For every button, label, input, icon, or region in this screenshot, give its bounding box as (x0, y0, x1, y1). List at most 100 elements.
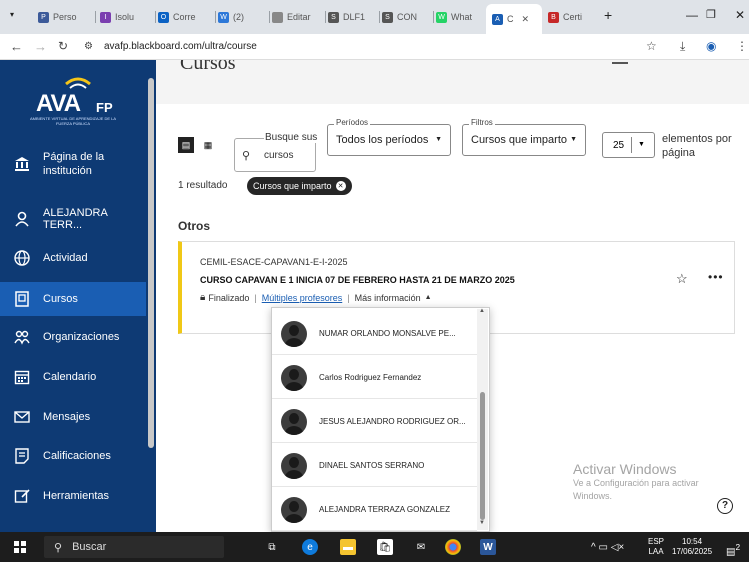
browser-tab[interactable]: B Certi (548, 6, 596, 28)
course-id[interactable]: CEMIL-ESACE-CAPAVAN1-E-I-2025 (200, 257, 348, 267)
sidebar-item-tools[interactable]: Herramientas (0, 481, 146, 511)
close-window-icon[interactable]: ✕ (735, 8, 745, 22)
sidebar-item-mail[interactable]: Mensajes (0, 402, 146, 432)
sidebar-item-calendar[interactable]: Calendario (0, 362, 146, 392)
avatar (281, 320, 307, 347)
tab-label: Corre (173, 12, 196, 22)
new-tab-button[interactable]: + (604, 7, 612, 23)
sidebar-item-user[interactable]: ALEJANDRA TERR... (0, 204, 146, 234)
filters-select[interactable]: Filtros Cursos que imparto ▼ (462, 118, 586, 156)
watermark-subtitle: Ve a Configuración para activar Windows. (573, 478, 699, 501)
favorite-star-icon[interactable]: ☆ (676, 271, 688, 287)
sidebar-item-label: Mensajes (43, 411, 91, 423)
instructor-item[interactable]: JESUS ALEJANDRO RODRIGUEZ OR... (272, 401, 477, 443)
tab-label: C (507, 14, 514, 24)
browser-tab[interactable]: S CON (382, 6, 430, 28)
word-icon[interactable]: W (480, 539, 496, 555)
sidebar-item-grades[interactable]: Calificaciones (0, 441, 146, 471)
taskbar-search[interactable]: ⚲ Buscar (44, 536, 224, 558)
browser-tab[interactable]: A C ✕ (486, 4, 542, 34)
help-icon[interactable]: ? (717, 498, 733, 514)
periods-select[interactable]: Períodos Todos los períodos ▼ (327, 118, 451, 156)
course-title[interactable]: CURSO CAPAVAN E 1 INICIA 07 DE FEBRERO H… (200, 275, 515, 285)
mail-app-icon[interactable]: ✉ (413, 539, 429, 555)
store-icon[interactable]: 🛍︎ (377, 539, 393, 555)
browser-tab[interactable]: P Perso (38, 6, 92, 28)
periods-value: Todos los períodos (336, 134, 429, 146)
minimize-icon[interactable]: — (686, 8, 698, 22)
sidebar-item-label: Calificaciones (43, 450, 111, 462)
tab-label: DLF1 (343, 12, 366, 22)
list-view-icon[interactable]: ▤ (178, 137, 194, 153)
tab-list-icon[interactable]: ▾ (10, 10, 14, 19)
url-field[interactable]: avafp.blackboard.com/ultra/course (104, 41, 257, 52)
sidebar-scrollbar-thumb[interactable] (148, 78, 154, 448)
per-page-label: elementos por página (662, 133, 732, 159)
search-icon: ⚲ (54, 541, 63, 554)
reload-icon[interactable]: ↻ (58, 39, 68, 53)
section-title: Otros (178, 219, 211, 233)
browser-menu-icon[interactable]: ⋮ (736, 39, 748, 53)
page-title-icon (612, 62, 628, 66)
instructor-item[interactable]: DINAEL SANTOS SERRANO (272, 445, 477, 487)
browser-tab[interactable]: S DLF1 (328, 6, 376, 28)
page-size-select[interactable]: 25 ▼ (602, 132, 655, 158)
close-tab-icon[interactable]: ✕ (522, 14, 530, 25)
instructors-link[interactable]: Múltiples profesores (262, 293, 343, 303)
sidebar-item-label: Calendario (43, 371, 97, 383)
sidebar-item-globe[interactable]: Actividad (0, 243, 146, 273)
instructor-name: NUMAR ORLANDO MONSALVE PE... (319, 329, 456, 338)
scroll-down-icon[interactable]: ▼ (479, 520, 485, 526)
chevron-down-icon: ▼ (570, 136, 577, 143)
instructor-item[interactable]: Carlos Rodriguez Fernandez (272, 357, 477, 399)
browser-tab-bar: ▾ P Perso I Isolu O Corre W (2) Editar S DLF1 S CON W… (0, 0, 749, 34)
site-info-icon[interactable]: ⚙ (84, 41, 93, 52)
browser-tab[interactable]: O Corre (158, 6, 212, 28)
avatar (281, 364, 307, 391)
mail-icon (13, 408, 31, 426)
meta-separator: | (254, 292, 257, 303)
task-view-icon[interactable]: ⧉ (264, 539, 280, 555)
bookmark-star-icon[interactable]: ☆ (646, 39, 657, 53)
filters-value: Cursos que imparto (471, 134, 567, 146)
logo-suffix: FP (96, 100, 113, 115)
sidebar-item-institution[interactable]: Página de la institución (0, 144, 146, 184)
tab-separator (379, 11, 380, 23)
download-icon[interactable]: ⤓ (680, 39, 685, 54)
language-indicator[interactable]: ESP LAA (648, 537, 664, 557)
sidebar-item-organizations[interactable]: Organizaciones (0, 322, 146, 352)
instructor-item[interactable]: ALEJANDRA TERRAZA GONZALEZ (272, 489, 477, 531)
remove-filter-icon[interactable]: ✕ (335, 181, 346, 191)
browser-tab[interactable]: I Isolu (100, 6, 152, 28)
browser-tab[interactable]: W (2) (218, 6, 266, 28)
dropdown-scrollbar-thumb[interactable] (480, 392, 485, 520)
more-info-link[interactable]: Más información (355, 293, 421, 303)
chrome-icon[interactable] (445, 539, 461, 555)
filter-chip[interactable]: Cursos que imparto ✕ (247, 177, 352, 195)
file-explorer-icon[interactable]: ▬ (340, 539, 356, 555)
sidebar-item-label: ALEJANDRA TERR... (43, 207, 108, 231)
browser-tab[interactable]: W What (436, 6, 482, 28)
edge-icon[interactable]: e (302, 539, 318, 555)
browser-tab[interactable]: Editar (272, 6, 322, 28)
windows-start-icon[interactable] (14, 541, 26, 553)
chevron-down-icon: ▼ (435, 136, 442, 143)
tab-separator (95, 11, 96, 23)
search-input[interactable]: ⚲ cursos (234, 138, 316, 172)
back-icon[interactable]: ← (10, 39, 23, 54)
notifications-icon[interactable]: ▤2 (726, 542, 740, 557)
grid-view-icon[interactable]: ▦ (200, 137, 216, 153)
activation-watermark: Activar Windows Ve a Configuración para … (573, 461, 733, 503)
tray-icons[interactable]: ^ ▭ ◁× (591, 543, 624, 553)
restore-icon[interactable]: ❐ (706, 8, 716, 21)
profile-icon[interactable]: ◉ (706, 39, 716, 53)
instructor-item[interactable]: NUMAR ORLANDO MONSALVE PE... (272, 313, 477, 355)
clock[interactable]: 10:54 17/06/2025 (672, 537, 712, 557)
sidebar: AVA FP AMBIENTE VIRTUAL DE APRENDIZAJE D… (0, 60, 156, 532)
instructors-dropdown: NUMAR ORLANDO MONSALVE PE... Carlos Rodri… (271, 307, 490, 532)
sidebar-item-label: Actividad (43, 252, 88, 264)
more-options-icon[interactable]: ••• (708, 270, 724, 284)
scroll-up-icon[interactable]: ▲ (479, 308, 485, 314)
forward-icon[interactable]: → (34, 39, 47, 54)
sidebar-item-courses[interactable]: Cursos (0, 282, 146, 316)
